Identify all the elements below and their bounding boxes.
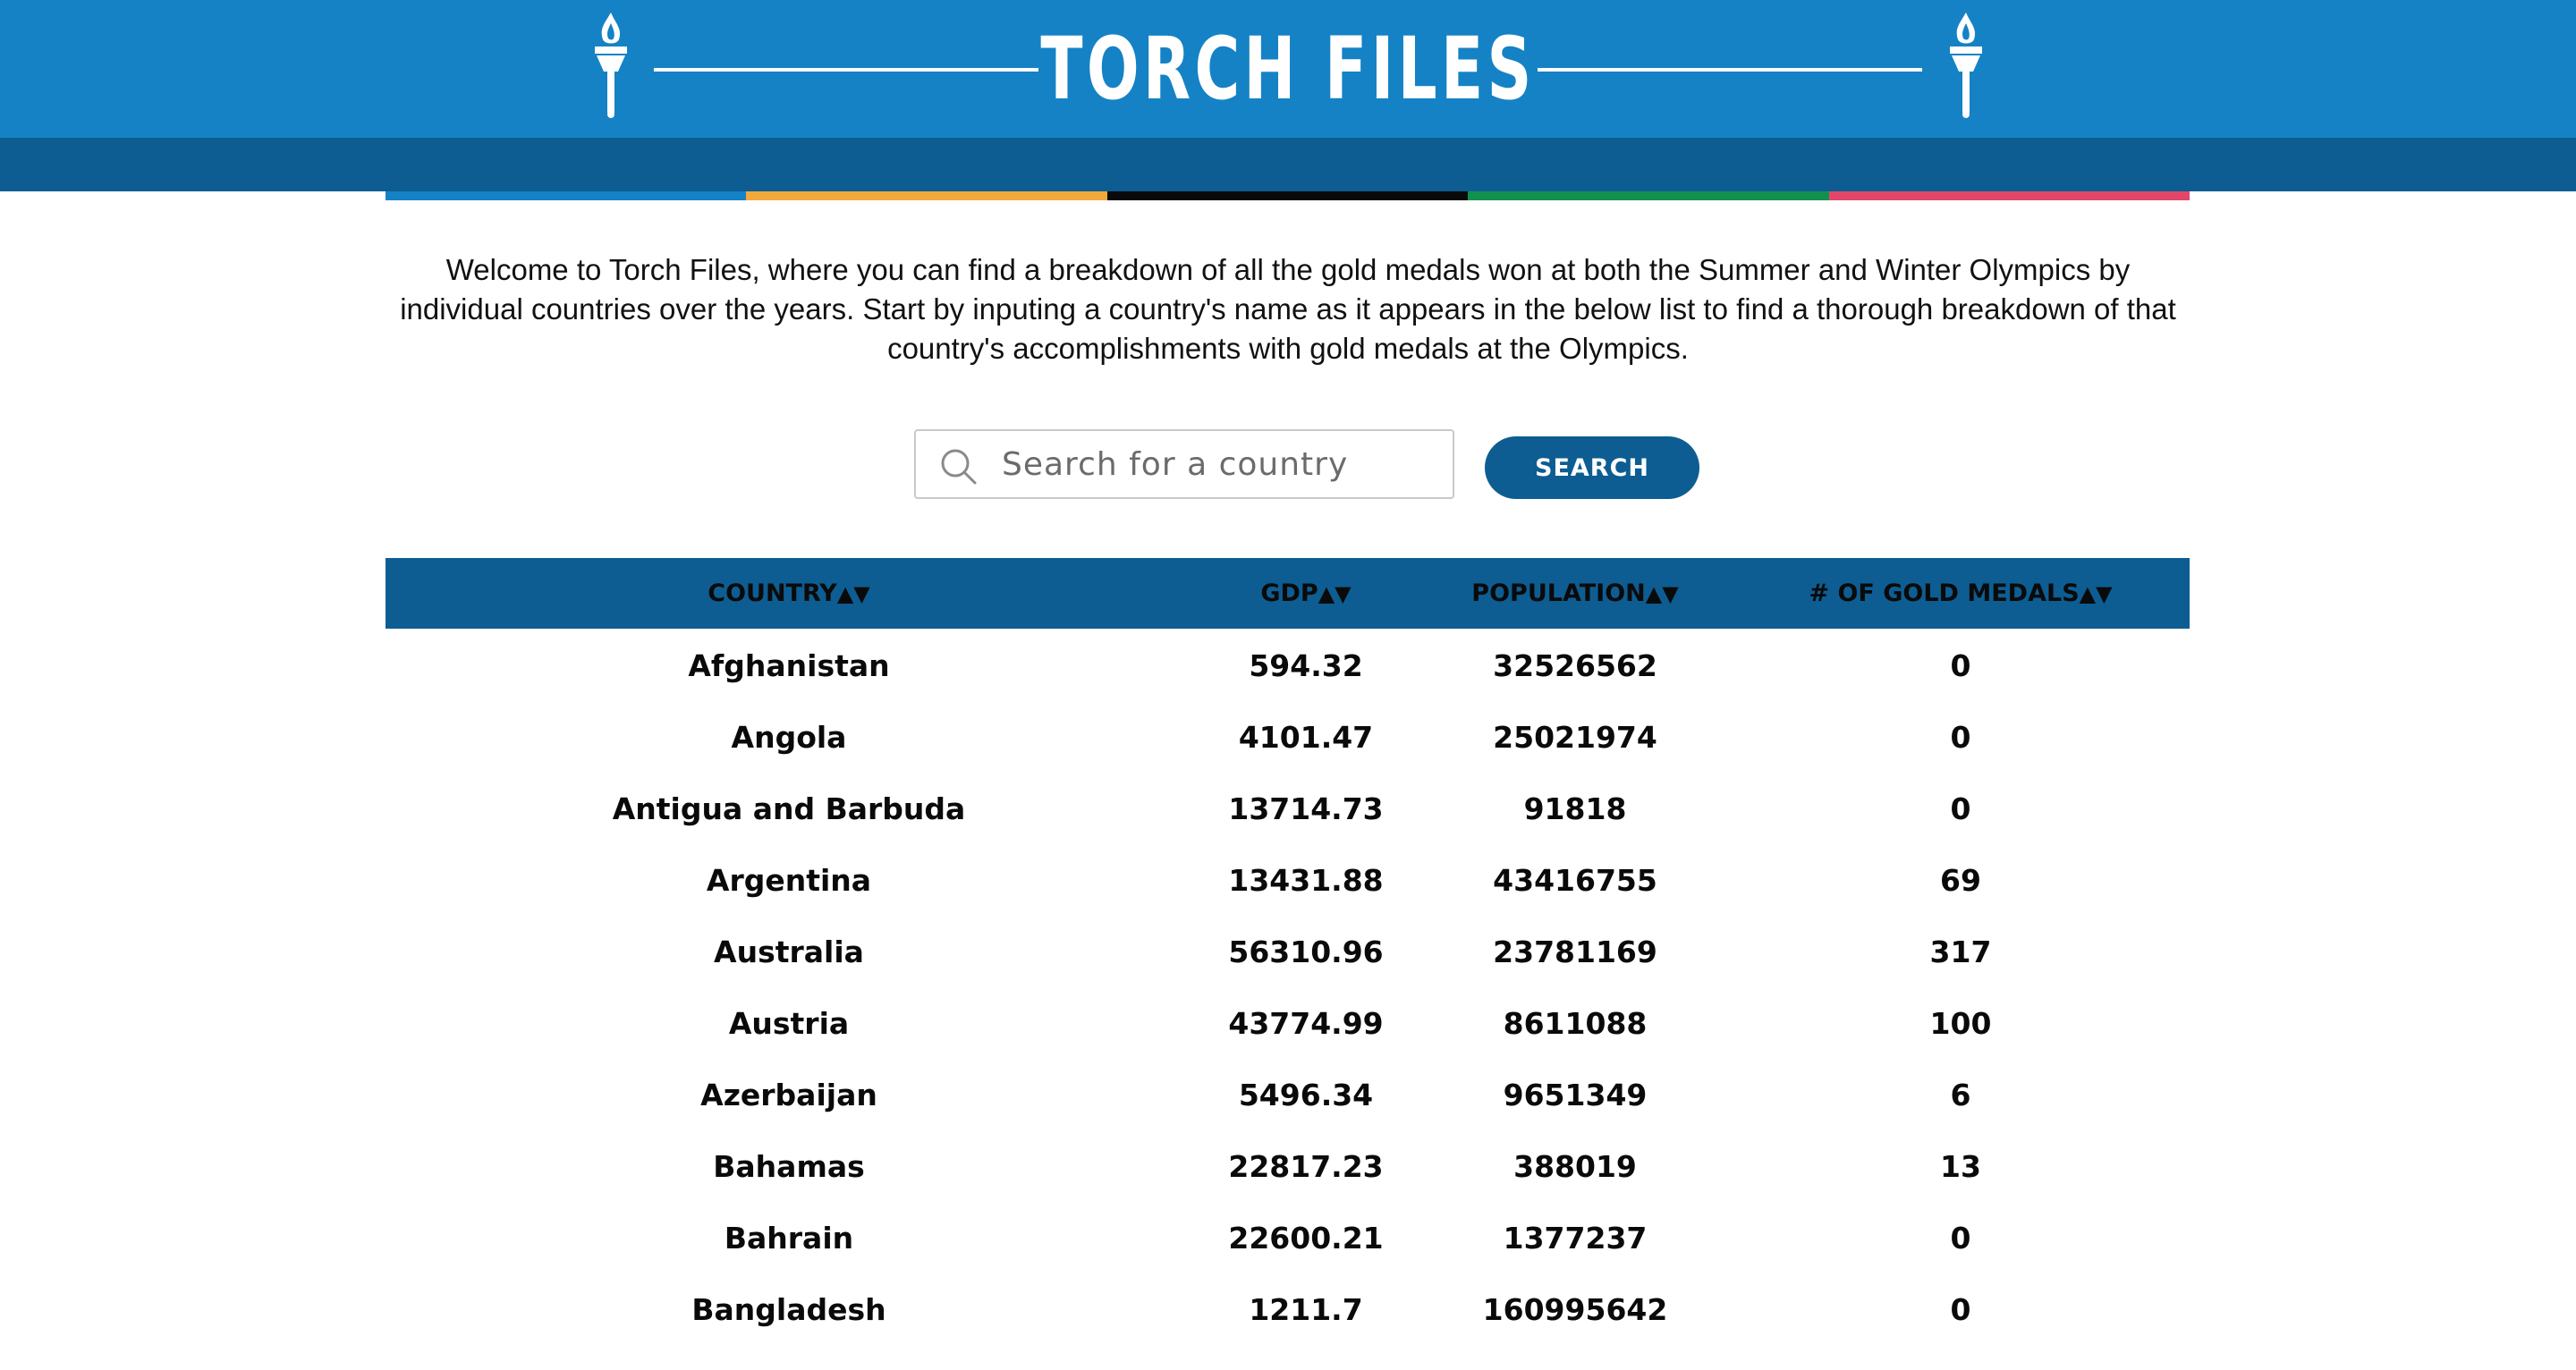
stripe-blue xyxy=(386,191,747,200)
cell-population: 23781169 xyxy=(1493,934,1657,969)
color-stripes xyxy=(386,191,2190,200)
column-header-country[interactable]: COUNTRY▲▼ xyxy=(708,558,870,629)
cell-gdp: 56310.96 xyxy=(1228,934,1384,969)
cell-country: Bahamas xyxy=(713,1149,865,1184)
table-row: Bahamas 22817.23 388019 13 xyxy=(386,1131,2190,1203)
column-header-population[interactable]: POPULATION▲▼ xyxy=(1471,558,1678,629)
table-row: Antigua and Barbuda 13714.73 91818 0 xyxy=(386,774,2190,845)
cell-population: 160995642 xyxy=(1482,1292,1668,1327)
search-input[interactable] xyxy=(1002,438,1431,490)
cell-gdp: 13431.88 xyxy=(1228,863,1384,898)
cell-population: 8611088 xyxy=(1503,1006,1648,1041)
table-body: Afghanistan 594.32 32526562 0 Angola 410… xyxy=(386,630,2190,1346)
sort-arrows-icon[interactable]: ▲▼ xyxy=(2080,581,2113,606)
cell-population: 1377237 xyxy=(1503,1221,1648,1256)
cell-gold-medals: 0 xyxy=(1950,1292,1971,1327)
cell-gold-medals: 0 xyxy=(1950,791,1971,826)
stripe-red xyxy=(1828,191,2190,200)
cell-population: 388019 xyxy=(1513,1149,1637,1184)
cell-gold-medals: 317 xyxy=(1929,934,1992,969)
table-row: Austria 43774.99 8611088 100 xyxy=(386,988,2190,1060)
table-row: Azerbaijan 5496.34 9651349 6 xyxy=(386,1060,2190,1131)
intro-text: Welcome to Torch Files, where you can fi… xyxy=(400,253,2176,365)
cell-gdp: 1211.7 xyxy=(1249,1292,1363,1327)
cell-population: 43416755 xyxy=(1493,863,1657,898)
cell-population: 9651349 xyxy=(1503,1078,1648,1112)
column-header-gdp[interactable]: GDP▲▼ xyxy=(1260,558,1351,629)
cell-gdp: 4101.47 xyxy=(1238,720,1374,755)
cell-gold-medals: 69 xyxy=(1940,863,1981,898)
table-row: Angola 4101.47 25021974 0 xyxy=(386,702,2190,774)
stripe-black xyxy=(1106,191,1469,200)
cell-gold-medals: 100 xyxy=(1929,1006,1992,1041)
cell-gold-medals: 0 xyxy=(1950,1221,1971,1256)
sort-arrows-icon[interactable]: ▲▼ xyxy=(837,581,870,606)
cell-population: 25021974 xyxy=(1493,720,1657,755)
column-header-gold-medals[interactable]: # OF GOLD MEDALS▲▼ xyxy=(1809,558,2112,629)
cell-gdp: 22600.21 xyxy=(1228,1221,1384,1256)
sort-arrows-icon[interactable]: ▲▼ xyxy=(1646,581,1679,606)
cell-gold-medals: 6 xyxy=(1950,1078,1971,1112)
cell-gdp: 594.32 xyxy=(1249,648,1363,683)
cell-country: Australia xyxy=(714,934,864,969)
cell-population: 32526562 xyxy=(1493,648,1657,683)
table-row: Afghanistan 594.32 32526562 0 xyxy=(386,630,2190,702)
cell-gold-medals: 13 xyxy=(1940,1149,1981,1184)
stripe-yellow xyxy=(746,191,1107,200)
search-icon xyxy=(939,447,979,486)
cell-country: Antigua and Barbuda xyxy=(612,791,966,826)
table-row: Australia 56310.96 23781169 317 xyxy=(386,917,2190,988)
cell-country: Azerbaijan xyxy=(700,1078,877,1112)
column-label: GDP xyxy=(1260,579,1318,607)
cell-gdp: 13714.73 xyxy=(1228,791,1384,826)
table-header: COUNTRY▲▼ GDP▲▼ POPULATION▲▼ # OF GOLD M… xyxy=(386,558,2190,629)
cell-country: Austria xyxy=(728,1006,850,1041)
column-label: # OF GOLD MEDALS xyxy=(1809,579,2080,607)
cell-gdp: 22817.23 xyxy=(1228,1149,1384,1184)
table-row: Argentina 13431.88 43416755 69 xyxy=(386,845,2190,917)
search-field[interactable] xyxy=(914,429,1454,499)
column-label: COUNTRY xyxy=(708,579,837,607)
cell-population: 91818 xyxy=(1523,791,1627,826)
cell-country: Bangladesh xyxy=(691,1292,886,1327)
cell-gdp: 5496.34 xyxy=(1238,1078,1374,1112)
table-row: Bahrain 22600.21 1377237 0 xyxy=(386,1203,2190,1274)
cell-country: Angola xyxy=(731,720,847,755)
cell-country: Bahrain xyxy=(724,1221,854,1256)
cell-gdp: 43774.99 xyxy=(1228,1006,1384,1041)
search-button[interactable]: SEARCH xyxy=(1485,436,1699,499)
sort-arrows-icon[interactable]: ▲▼ xyxy=(1318,581,1352,606)
cell-gold-medals: 0 xyxy=(1950,720,1971,755)
header-band xyxy=(0,138,2576,191)
stripe-green xyxy=(1468,191,1829,200)
cell-country: Afghanistan xyxy=(688,648,890,683)
table-row: Bangladesh 1211.7 160995642 0 xyxy=(386,1274,2190,1346)
column-label: POPULATION xyxy=(1471,579,1646,607)
cell-country: Argentina xyxy=(706,863,872,898)
cell-gold-medals: 0 xyxy=(1950,648,1971,683)
site-title: TORCH FILES xyxy=(1040,19,1536,119)
